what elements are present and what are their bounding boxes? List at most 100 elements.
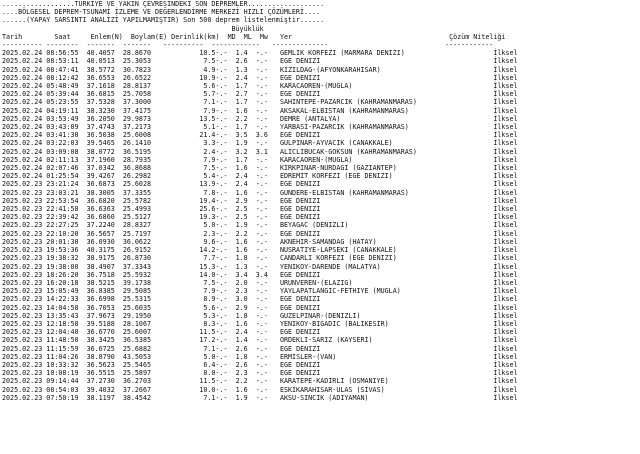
col-time: Saat — [54, 32, 71, 41]
row-lat: 36.5657 — [86, 229, 115, 238]
table-row: 2025.02.23 11:48:50 38.3425 36.5385 17.2… — [2, 336, 640, 344]
row-location: KARACAOREN-(MUGLA) — [279, 155, 353, 164]
row-quality: İlksel — [493, 385, 518, 394]
row-quality: İlksel — [493, 221, 518, 230]
row-time: 11:04:26 — [46, 352, 79, 361]
row-md: -.- — [215, 278, 228, 287]
row-depth: 14.2 — [199, 246, 216, 255]
row-lon: 36.2703 — [122, 377, 152, 386]
row-lat: 37.9673 — [86, 311, 115, 320]
row-time: 03:53:49 — [46, 114, 79, 123]
row-mw: -.- — [255, 295, 268, 304]
row-quality: İlksel — [493, 377, 518, 386]
row-mw: -.- — [255, 221, 268, 230]
row-ml: 1.6 — [235, 106, 248, 115]
row-date: 2025.02.23 — [2, 352, 43, 361]
col-lon: Boylam(E) — [130, 32, 168, 41]
row-md: -.- — [215, 82, 228, 91]
row-quality: İlksel — [493, 114, 518, 123]
row-date: 2025.02.23 — [2, 393, 43, 402]
row-ml: 2.2 — [235, 114, 248, 123]
row-location: YENIKOY-DARENDE (MALATYA) — [279, 262, 381, 271]
row-time: 07:50:19 — [46, 393, 79, 402]
table-row: 2025.02.23 13:35:43 37.9673 29.1950 5.3-… — [2, 312, 640, 320]
row-md: -.- — [215, 385, 228, 394]
table-row: 2025.02.23 07:50:19 38.1197 38.4542 7.1-… — [2, 394, 640, 402]
row-ml: 2.5 — [235, 205, 248, 214]
table-row: 2025.02.23 11:15:59 36.6725 25.6882 7.1-… — [2, 345, 640, 353]
row-lon: 38.4542 — [122, 393, 152, 402]
row-quality: İlksel — [493, 246, 518, 255]
row-md: -.- — [215, 57, 228, 66]
row-quality: İlksel — [493, 319, 518, 328]
row-lon: 36.5385 — [122, 336, 152, 345]
row-depth: 7.5 — [203, 57, 216, 66]
row-time: 11:15:59 — [46, 344, 79, 353]
row-date: 2025.02.24 — [2, 98, 43, 107]
row-ml: 2.9 — [235, 303, 248, 312]
row-ml: 2.9 — [235, 196, 248, 205]
row-lat: 36.6998 — [86, 295, 115, 304]
row-lat: 37.5328 — [86, 98, 115, 107]
row-md: -.- — [215, 73, 228, 82]
row-ml: 1.7 — [235, 82, 248, 91]
row-location: AKSAKAL-ELBISTAN (KAHRAMANMARAS) — [279, 106, 409, 115]
row-time: 22:41:58 — [46, 205, 79, 214]
table-row: 2025.02.24 04:19:11 38.3230 37.4175 7.9-… — [2, 107, 640, 115]
row-mw: -.- — [255, 106, 268, 115]
row-lon: 25.3053 — [122, 57, 152, 66]
row-time: 14:22:33 — [46, 295, 79, 304]
row-location: CANDARLI KORFEZI (EGE DENIZI) — [279, 254, 397, 263]
row-md: -.- — [215, 229, 228, 238]
row-date: 2025.02.23 — [2, 336, 43, 345]
row-mw: -.- — [255, 73, 268, 82]
row-md: -.- — [215, 352, 228, 361]
row-time: 10:33:32 — [46, 360, 79, 369]
row-ml: 2.2 — [235, 377, 248, 386]
row-lat: 38.3230 — [86, 106, 115, 115]
row-md: -.- — [215, 369, 228, 378]
row-mw: -.- — [255, 114, 268, 123]
row-date: 2025.02.24 — [2, 65, 43, 74]
row-quality: İlksel — [493, 123, 518, 132]
header-note: ......(YAPAY SARSINTI ANALİZİ YAPILMAMIŞ… — [2, 16, 325, 25]
table-row: 2025.02.23 11:04:26 38.8790 43.5053 5.0-… — [2, 353, 640, 361]
table-row: 2025.02.24 05:48:49 37.1618 28.8137 5.6-… — [2, 82, 640, 90]
row-mw: -.- — [255, 303, 268, 312]
row-lon: 28.8137 — [122, 82, 152, 91]
row-depth: 2.3 — [203, 229, 216, 238]
row-date: 2025.02.24 — [2, 155, 43, 164]
row-lat: 37.4743 — [86, 123, 115, 132]
row-date: 2025.02.23 — [2, 262, 43, 271]
row-quality: İlksel — [493, 254, 518, 263]
row-depth: 13.5 — [199, 114, 216, 123]
row-mw: -.- — [255, 180, 268, 189]
col-lat: Enlem(N) — [90, 32, 123, 41]
table-row: 2025.02.23 22:27:25 37.2240 28.8327 5.0-… — [2, 221, 640, 229]
row-date: 2025.02.24 — [2, 73, 43, 82]
table-row: 2025.02.24 03:09:08 38.0772 36.5195 2.4-… — [2, 148, 640, 156]
col-md: MD — [227, 32, 236, 41]
table-row: 2025.02.24 03:22:03 39.5465 26.1410 3.3-… — [2, 139, 640, 147]
row-time: 04:19:11 — [46, 106, 79, 115]
row-lon: 36.8688 — [122, 164, 152, 173]
row-lat: 36.7053 — [86, 303, 115, 312]
row-quality: İlksel — [493, 311, 518, 320]
row-date: 2025.02.23 — [2, 319, 43, 328]
row-time: 02:11:13 — [46, 155, 79, 164]
row-lon: 29.9873 — [122, 114, 152, 123]
row-lat: 37.0342 — [86, 164, 115, 173]
row-mw: -.- — [255, 393, 268, 402]
row-mw: -.- — [255, 278, 268, 287]
row-md: -.- — [215, 237, 228, 246]
col-quality: Çözüm Niteliği — [449, 32, 506, 41]
row-time: 19:38:00 — [46, 262, 79, 271]
row-lon: 28.8327 — [122, 221, 152, 230]
row-quality: İlksel — [493, 82, 518, 91]
earthquake-listing: ..................TÜRKİYE VE YAKIN ÇEVRE… — [0, 0, 640, 402]
table-row: 2025.02.23 16:20:18 38.5215 39.1738 7.5-… — [2, 279, 640, 287]
row-lon: 37.2667 — [122, 385, 152, 394]
row-location: GULPINAR-AYVACIK (CANAKKALE) — [279, 139, 393, 148]
row-depth: 7.1 — [203, 98, 216, 107]
row-time: 12:04:40 — [46, 328, 79, 337]
